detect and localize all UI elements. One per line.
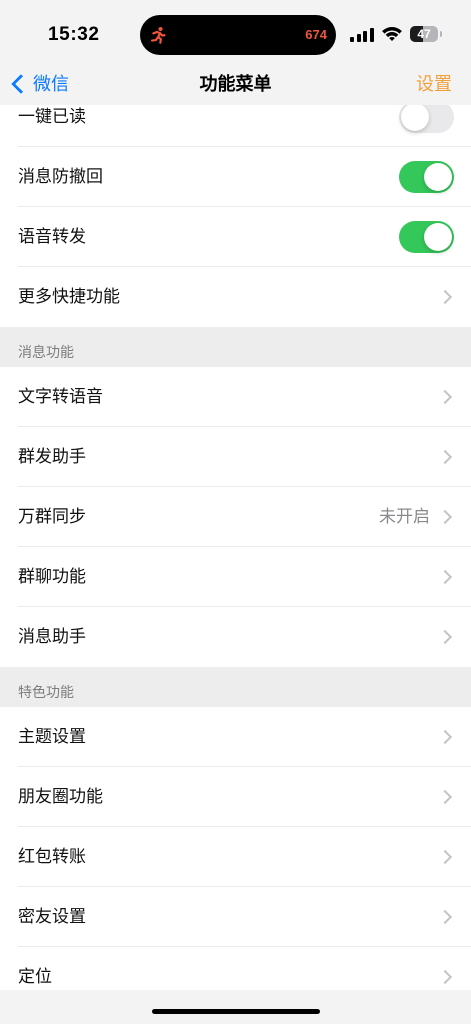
anti-recall-toggle[interactable] [399, 161, 454, 193]
section-featured: 主题设置 朋友圈功能 红包转账 密友设置 定位 [0, 707, 471, 1007]
chevron-right-icon [437, 789, 453, 805]
one-key-read-toggle[interactable] [399, 101, 454, 133]
section-quick-actions: 一键已读 消息防撤回 语音转发 更多快捷功能 [0, 87, 471, 327]
top-bar: 15:32 674 47 微信 功能菜单 设置 [0, 0, 471, 105]
row-close-friend-settings[interactable]: 密友设置 [0, 887, 471, 947]
chevron-right-icon [437, 389, 453, 405]
row-text-to-speech[interactable]: 文字转语音 [0, 367, 471, 427]
voice-forward-toggle[interactable] [399, 221, 454, 253]
row-label: 朋友圈功能 [18, 787, 103, 806]
row-voice-forward: 语音转发 [0, 207, 471, 267]
row-label: 红包转账 [18, 847, 86, 866]
activity-value: 674 [305, 27, 327, 42]
wifi-icon [382, 27, 402, 42]
chevron-right-icon [437, 729, 453, 745]
battery-level: 47 [417, 27, 431, 41]
row-mass-send-assistant[interactable]: 群发助手 [0, 427, 471, 487]
cellular-signal-icon [350, 28, 374, 42]
row-label: 文字转语音 [18, 387, 103, 406]
battery-icon: 47 [410, 26, 442, 42]
chevron-right-icon [437, 629, 453, 645]
battery-nub [439, 31, 442, 37]
section-message-features: 文字转语音 群发助手 万群同步 未开启 群聊功能 消息助手 [0, 367, 471, 667]
row-label: 密友设置 [18, 907, 86, 926]
chevron-right-icon [437, 509, 453, 525]
dynamic-island[interactable]: 674 [140, 15, 336, 55]
chevron-right-icon [437, 289, 453, 305]
chevron-right-icon [437, 449, 453, 465]
signal-bar [369, 28, 374, 42]
row-theme-settings[interactable]: 主题设置 [0, 707, 471, 767]
row-label: 语音转发 [18, 227, 86, 246]
row-message-assistant[interactable]: 消息助手 [0, 607, 471, 667]
page-title: 功能菜单 [199, 74, 272, 94]
row-group-chat-features[interactable]: 群聊功能 [0, 547, 471, 607]
row-anti-recall: 消息防撤回 [0, 147, 471, 207]
toggle-knob [424, 163, 452, 191]
settings-list[interactable]: 一键已读 消息防撤回 语音转发 更多快捷功能 消息功能 文字转语音 群发助手 万… [0, 87, 471, 1007]
row-label: 群聊功能 [18, 567, 86, 586]
row-label: 万群同步 [18, 507, 86, 526]
row-moments-features[interactable]: 朋友圈功能 [0, 767, 471, 827]
home-indicator[interactable] [152, 1009, 320, 1014]
signal-bar [350, 37, 354, 42]
chevron-left-icon [11, 74, 31, 94]
chevron-right-icon [437, 969, 453, 985]
row-label: 主题设置 [18, 727, 86, 746]
signal-bar [363, 31, 367, 42]
row-label: 更多快捷功能 [18, 287, 120, 306]
row-more-shortcuts[interactable]: 更多快捷功能 [0, 267, 471, 327]
row-red-packet-transfer[interactable]: 红包转账 [0, 827, 471, 887]
section-header-featured: 特色功能 [0, 667, 471, 707]
section-header-message: 消息功能 [0, 327, 471, 367]
chevron-right-icon [437, 569, 453, 585]
signal-bar [356, 34, 361, 42]
status-value: 未开启 [379, 507, 430, 526]
toggle-knob [401, 103, 429, 131]
row-label: 消息防撤回 [18, 167, 103, 186]
back-label: 微信 [33, 74, 69, 94]
row-label: 消息助手 [18, 627, 86, 646]
chevron-right-icon [437, 909, 453, 925]
settings-button[interactable]: 设置 [416, 72, 452, 96]
running-figure-icon [149, 26, 167, 44]
screen: 一键已读 消息防撤回 语音转发 更多快捷功能 消息功能 文字转语音 群发助手 万… [0, 0, 471, 1024]
battery-body: 47 [410, 26, 438, 42]
back-button[interactable]: 微信 [0, 66, 80, 102]
row-label: 群发助手 [18, 447, 86, 466]
toggle-knob [424, 223, 452, 251]
chevron-right-icon [437, 849, 453, 865]
row-group-sync[interactable]: 万群同步 未开启 [0, 487, 471, 547]
bottom-safe-area [0, 990, 471, 1024]
status-time: 15:32 [48, 24, 100, 45]
